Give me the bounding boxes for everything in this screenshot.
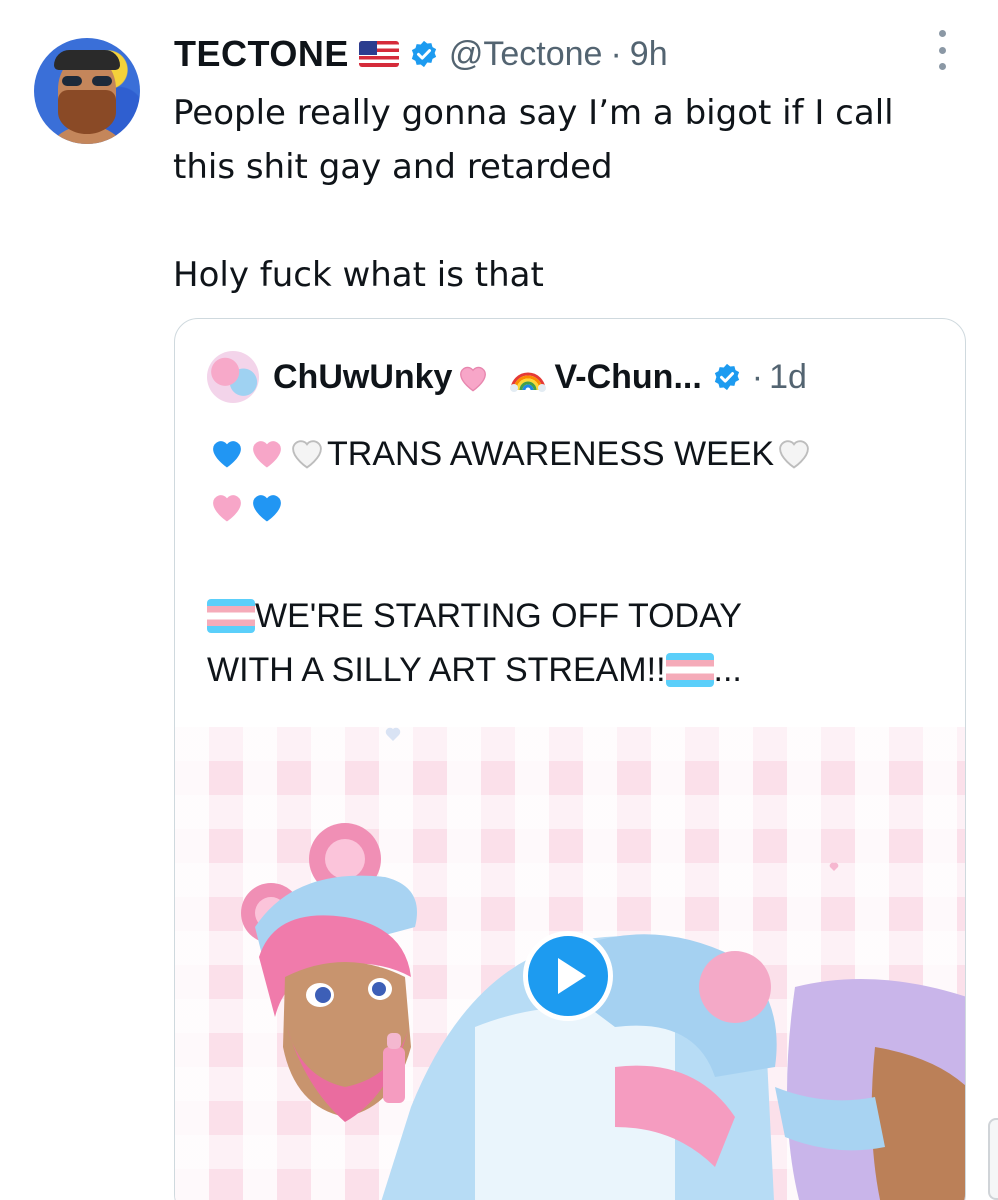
verified-badge-icon <box>714 363 739 391</box>
tweet-text: People really gonna say I’m a bigot if I… <box>173 86 973 302</box>
pink-heart-icon <box>460 366 487 392</box>
quoted-tweet-header: ChUwUnky V-Chun... · 1d <box>207 351 807 403</box>
tweet-text-line: this shit gay and retarded <box>173 147 613 187</box>
tweet[interactable]: TECTONE @Tectone · 9h People really gonn… <box>0 0 998 1200</box>
quoted-tweet-timestamp[interactable]: 1d <box>769 358 807 397</box>
tweet-text-line: People really gonna say I’m a bigot if I… <box>173 93 894 133</box>
quoted-text-line <box>207 481 947 535</box>
white-heart-icon <box>292 440 322 469</box>
us-flag-icon <box>358 41 399 67</box>
quoted-text-content: TRANS AWARENESS WEEK <box>327 435 775 473</box>
more-options-icon[interactable] <box>935 30 949 70</box>
separator-dot: · <box>610 34 622 73</box>
author-handle[interactable]: @Tectone <box>449 35 603 74</box>
quoted-text-content: WE'RE STARTING OFF TODAY <box>255 597 742 635</box>
rainbow-icon <box>510 372 547 392</box>
transgender-flag-icon <box>665 653 714 687</box>
quoted-author-name-suffix[interactable]: V-Chun... <box>554 358 701 397</box>
blue-heart-icon <box>213 441 241 468</box>
author-name[interactable]: TECTONE <box>174 33 349 75</box>
tweet-header: TECTONE @Tectone · 9h <box>174 30 668 78</box>
quoted-text-spacer <box>207 535 947 589</box>
tweet-timestamp[interactable]: 9h <box>630 35 668 74</box>
quoted-text-line: WE'RE STARTING OFF TODAY <box>207 589 947 643</box>
avatar-cap <box>54 50 120 70</box>
quoted-text-line: TRANS AWARENESS WEEK <box>207 427 947 481</box>
tweet-text-spacer <box>173 194 973 248</box>
quoted-author-avatar[interactable] <box>207 351 259 403</box>
tweet-text-line: Holy fuck what is that <box>173 255 544 295</box>
avatar-beard <box>58 90 116 134</box>
play-icon <box>558 958 586 994</box>
avatar-sunglasses <box>62 76 112 86</box>
blue-heart-icon <box>253 495 281 522</box>
scrollbar[interactable] <box>988 1118 998 1200</box>
quoted-text-ellipsis: ... <box>713 651 742 689</box>
quoted-text-line: WITH A SILLY ART STREAM!!... <box>207 643 947 697</box>
play-button[interactable] <box>523 931 613 1021</box>
quoted-tweet-text: TRANS AWARENESS WEEK WE'RE STARTING OFF … <box>207 427 947 697</box>
verified-badge-icon <box>411 40 436 68</box>
quoted-tweet[interactable]: ChUwUnky V-Chun... · 1d TRANS AWARENESS … <box>174 318 966 1200</box>
pink-heart-icon <box>253 441 281 468</box>
author-avatar[interactable] <box>34 38 140 144</box>
separator-dot: · <box>751 357 764 396</box>
quoted-author-name[interactable]: ChUwUnky <box>273 358 452 397</box>
pink-heart-icon <box>213 495 241 522</box>
transgender-flag-icon <box>207 599 255 633</box>
quoted-text-content: WITH A SILLY ART STREAM!! <box>207 651 666 689</box>
white-heart-icon <box>779 440 809 469</box>
